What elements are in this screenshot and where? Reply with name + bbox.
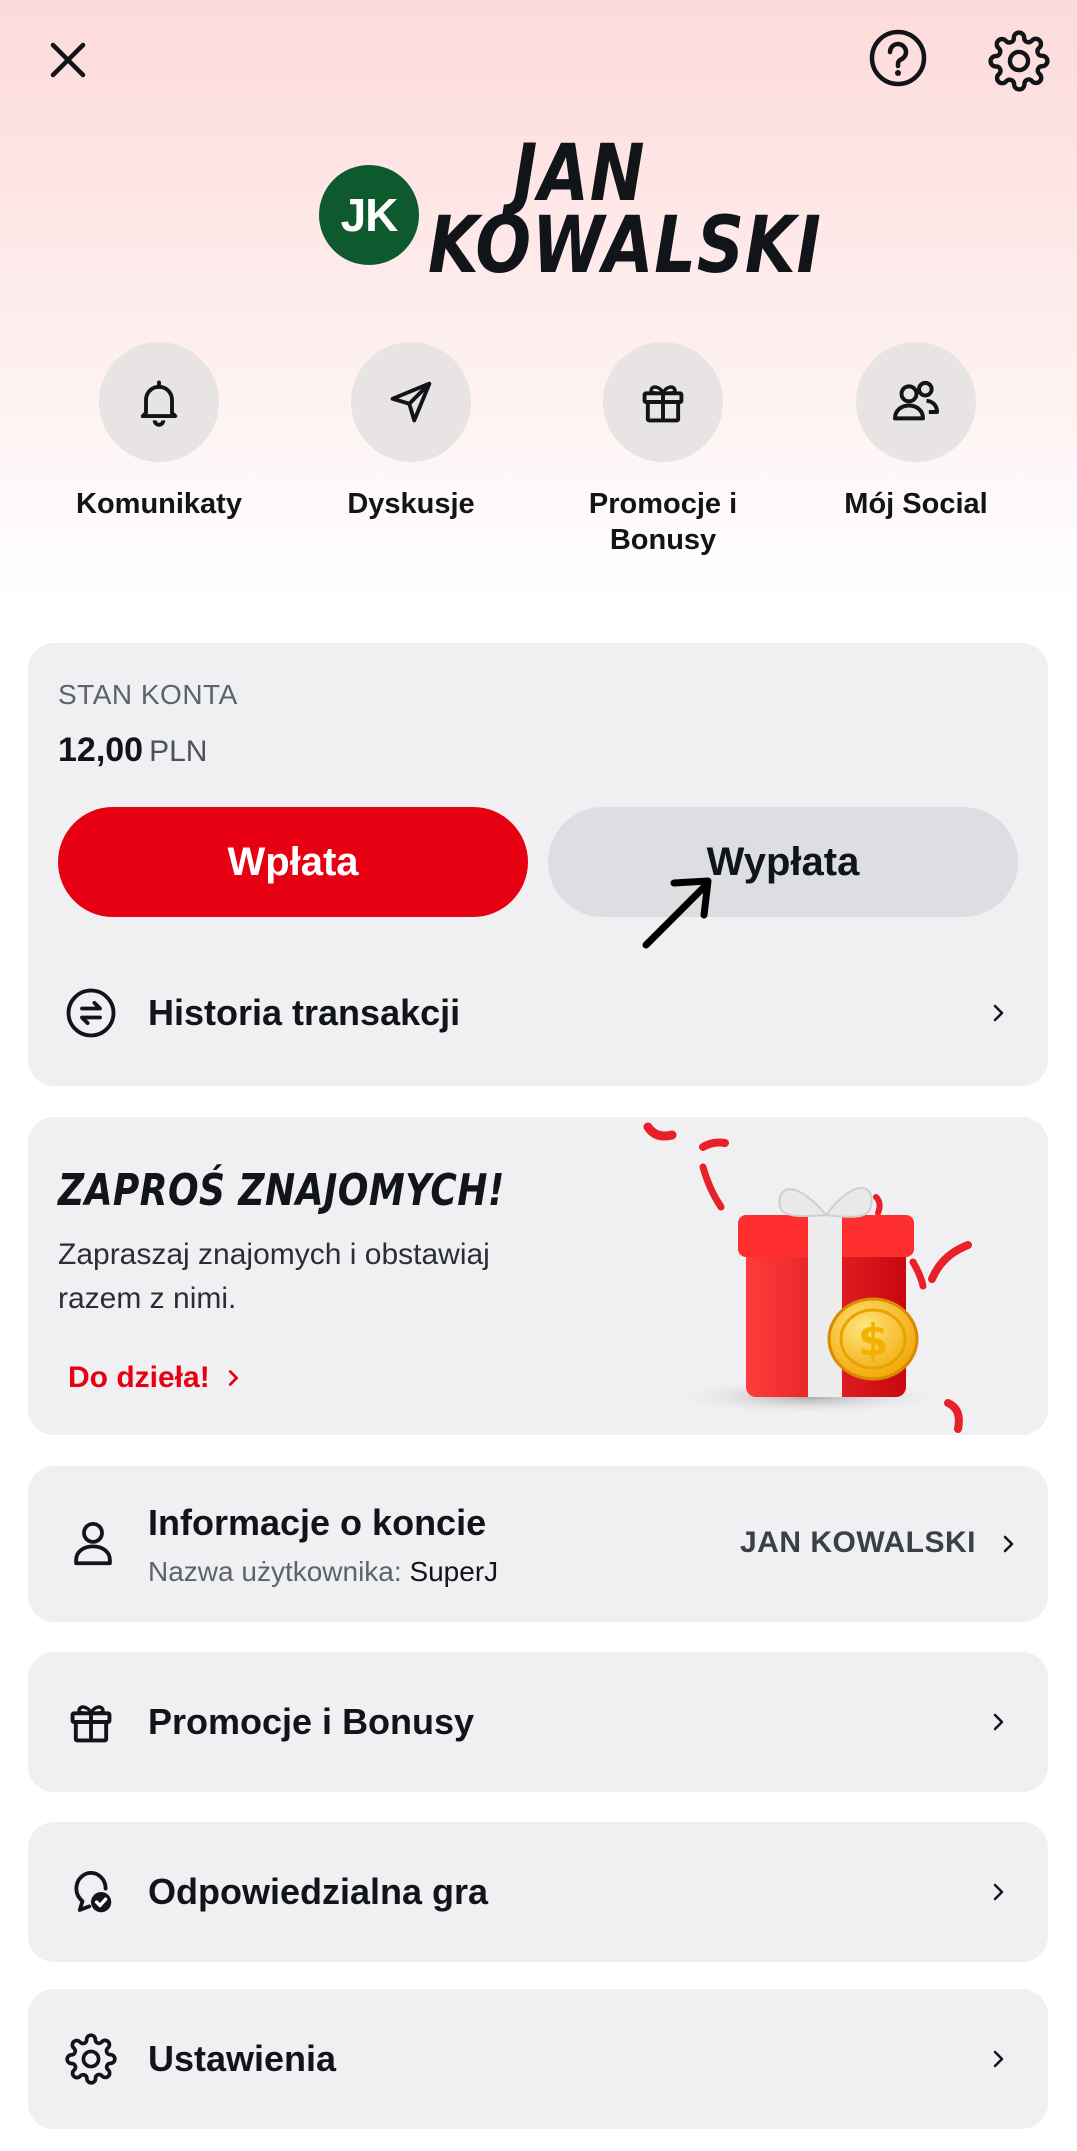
arrow-annotation-icon (642, 877, 712, 949)
invite-title: ZAPROŚ ZNAJOMYCH! (58, 1165, 505, 1216)
transaction-history-icon-wrap (58, 980, 124, 1046)
quick-action-circle (856, 342, 976, 462)
gear-icon (65, 2033, 117, 2085)
send-icon (390, 381, 432, 423)
responsible-gaming-icon (74, 1870, 112, 1913)
menu-item-promocje-i-bonusy[interactable]: Promocje i Bonusy (28, 1652, 1048, 1792)
svg-text:$: $ (858, 1315, 889, 1366)
help-button[interactable] (866, 26, 930, 90)
menu-row: Odpowiedzialna gra (58, 1852, 1018, 1932)
quick-action-label: Komunikaty (76, 488, 242, 520)
menu-icon-wrap (58, 1689, 124, 1755)
quick-action-label: Dyskusje (347, 488, 475, 520)
avatar-initials: JK (340, 189, 399, 241)
menu-item-ustawienia[interactable]: Ustawienia (28, 1989, 1048, 2129)
username-label: Nazwa użytkownika: (148, 1556, 402, 1587)
invite-friends-card[interactable]: ZAPROŚ ZNAJOMYCH! Zapraszaj znajomych i … (28, 1117, 1048, 1435)
account-info-title: Informacje o koncie (148, 1502, 487, 1543)
menu-item-label: Ustawienia (148, 2038, 337, 2079)
settings-button[interactable] (984, 26, 1054, 96)
quick-action-moj-social[interactable]: Mój Social (806, 342, 1026, 522)
user-icon (74, 1521, 112, 1566)
quick-action-dyskusje[interactable]: Dyskusje (301, 342, 521, 522)
chevron-right-icon (978, 1872, 1018, 1912)
help-circle-icon (869, 29, 927, 87)
invite-cta-link[interactable]: Do dzieła! (68, 1361, 244, 1395)
deposit-button[interactable]: Wpłata (58, 807, 528, 917)
chevron-right-icon (228, 1370, 238, 1386)
close-button[interactable] (36, 28, 100, 92)
close-icon (50, 42, 86, 78)
chevron-right-icon (978, 2039, 1018, 2079)
gear-icon (988, 30, 1050, 92)
account-info-card[interactable]: Informacje o koncie Nazwa użytkownika: S… (28, 1466, 1048, 1622)
chevron-right-icon (988, 1524, 1028, 1564)
menu-item-label: Promocje i Bonusy (148, 1701, 475, 1742)
bell-icon (140, 380, 178, 427)
gift-icon (70, 1705, 112, 1743)
chevron-right-icon (978, 993, 1018, 1033)
gift-illustration: $ (643, 1122, 972, 1433)
invite-text: Zapraszaj znajomych i obstawiaj razem z … (58, 1238, 490, 1315)
menu-item-label: Odpowiedzialna gra (148, 1871, 489, 1912)
balance-label: STAN KONTA (58, 679, 238, 710)
gift-icon (642, 385, 684, 423)
balance-amount: 12,00 (58, 731, 144, 769)
menu-row: Ustawienia (58, 2019, 1018, 2099)
quick-action-promocje[interactable]: Promocje i Bonusy (553, 342, 773, 558)
menu-icon-wrap (58, 2026, 124, 2092)
balance-value: 12,00 PLN (58, 731, 207, 770)
quick-action-circle (99, 342, 219, 462)
account-full-name: JAN KOWALSKI (740, 1526, 977, 1559)
transaction-history-label: Historia transakcji (148, 992, 461, 1033)
menu-row: Promocje i Bonusy (58, 1682, 1018, 1762)
menu-icon-wrap (58, 1859, 124, 1925)
balance-currency: PLN (149, 735, 208, 768)
user-name: JAN KOWALSKI (428, 129, 822, 291)
users-icon (893, 380, 939, 421)
balance-card: STAN KONTA 12,00 PLN Wpłata Wypłata Histo… (28, 643, 1048, 1086)
quick-action-label: Mój Social (844, 488, 988, 520)
chevron-right-icon (978, 1702, 1018, 1742)
quick-action-komunikaty[interactable]: Komunikaty (49, 342, 269, 522)
quick-action-circle (603, 342, 723, 462)
transaction-history-row[interactable]: Historia transakcji (58, 973, 1018, 1053)
quick-action-circle (351, 342, 471, 462)
username-value: SuperJ (409, 1556, 499, 1587)
exchange-icon (66, 988, 116, 1038)
menu-item-odpowiedzialna-gra[interactable]: Odpowiedzialna gra (28, 1822, 1048, 1962)
avatar: JK (319, 165, 419, 265)
withdraw-button[interactable]: Wypłata (548, 807, 1018, 917)
quick-action-label: Promocje i Bonusy (588, 488, 738, 556)
account-username-row: Nazwa użytkownika: SuperJ (148, 1556, 498, 1588)
invite-cta-label: Do dzieła! (68, 1361, 210, 1394)
